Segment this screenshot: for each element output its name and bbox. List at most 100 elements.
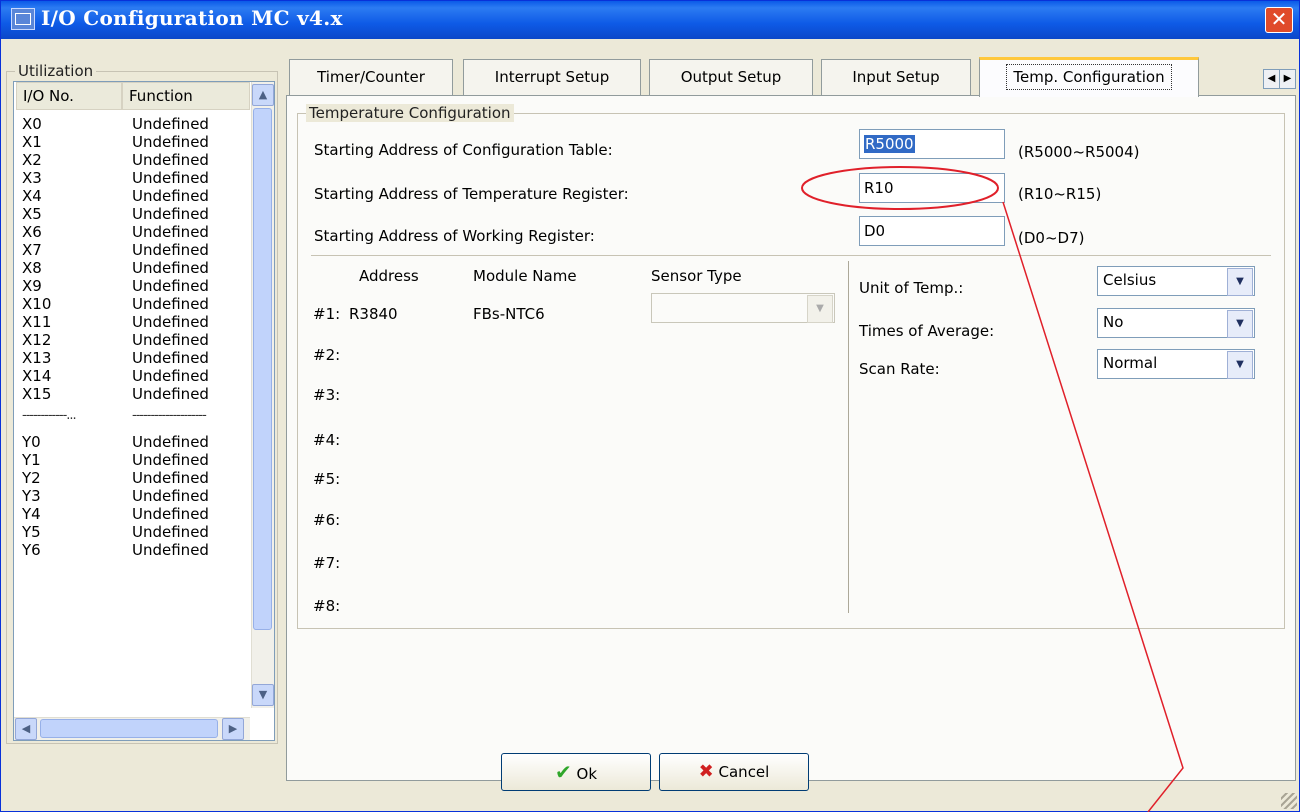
io-function: Undefined xyxy=(132,133,209,151)
list-item[interactable]: X1 Undefined xyxy=(14,134,250,152)
list-item[interactable]: X15 Undefined xyxy=(14,386,250,404)
scroll-down-icon[interactable]: ▼ xyxy=(252,684,274,706)
vertical-scroll-thumb[interactable] xyxy=(253,108,272,630)
list-item[interactable]: X10 Undefined xyxy=(14,296,250,314)
io-number: Y5 xyxy=(22,523,41,541)
utilization-group-label: Utilization xyxy=(15,62,97,80)
io-function: Undefined xyxy=(132,151,209,169)
scan-rate-select[interactable]: Normal ▼ xyxy=(1097,349,1255,379)
tab-label: Interrupt Setup xyxy=(494,68,610,86)
tab-temp-configuration[interactable]: Temp. Configuration xyxy=(979,57,1199,97)
io-number: X13 xyxy=(22,349,52,367)
io-function: Undefined xyxy=(132,115,209,133)
chevron-down-icon[interactable]: ▼ xyxy=(807,295,833,323)
tab-scroll-arrows: ◀ ▶ xyxy=(1263,69,1296,89)
chevron-down-icon[interactable]: ▼ xyxy=(1227,268,1253,296)
io-config-dialog: I/O Configuration MC v4.x ✕ Utilization … xyxy=(0,0,1300,812)
list-item[interactable]: X9 Undefined xyxy=(14,278,250,296)
list-item[interactable]: Y3 Undefined xyxy=(14,488,250,506)
list-item[interactable]: X6 Undefined xyxy=(14,224,250,242)
io-number: Y0 xyxy=(22,433,41,451)
list-item[interactable]: X3 Undefined xyxy=(14,170,250,188)
list-rows: X0 Undefined X1 Undefined X2 Undefined X3 Undef… xyxy=(14,116,250,560)
list-item[interactable]: X7 Undefined xyxy=(14,242,250,260)
list-item[interactable]: Y4 Undefined xyxy=(14,506,250,524)
io-function: Undefined xyxy=(132,523,209,541)
tab-label: Timer/Counter xyxy=(317,68,425,86)
close-button[interactable]: ✕ xyxy=(1265,7,1293,33)
tab-input-setup[interactable]: Input Setup xyxy=(821,59,971,95)
io-number: X2 xyxy=(22,151,42,169)
tab-output-setup[interactable]: Output Setup xyxy=(649,59,813,95)
io-number: X3 xyxy=(22,169,42,187)
tab-interrupt-setup[interactable]: Interrupt Setup xyxy=(463,59,641,95)
list-item[interactable]: X5 Undefined xyxy=(14,206,250,224)
sensor-type-header: Sensor Type xyxy=(651,267,742,285)
list-item[interactable]: Y2 Undefined xyxy=(14,470,250,488)
tab-timer-counter[interactable]: Timer/Counter xyxy=(289,59,453,95)
working-register-range: (D0~D7) xyxy=(1018,229,1085,247)
scroll-up-icon[interactable]: ▲ xyxy=(252,84,274,106)
horizontal-scrollbar[interactable]: ◀ ▶ xyxy=(14,717,250,740)
ok-button[interactable]: ✔ Ok xyxy=(501,753,651,791)
module-5-number: #5: xyxy=(313,470,341,488)
io-number: Y2 xyxy=(22,469,41,487)
utilization-list[interactable]: I/O No. Function X0 Undefined X1 Undefined X… xyxy=(13,81,275,741)
list-item[interactable]: ------------... -------------------- xyxy=(14,404,250,434)
io-function: Undefined xyxy=(132,331,209,349)
module-1-sensor-type-select[interactable]: ▼ xyxy=(651,293,835,323)
scroll-right-icon[interactable]: ▶ xyxy=(222,718,244,740)
working-register-address-input[interactable]: D0 xyxy=(859,216,1005,246)
times-of-average-select[interactable]: No ▼ xyxy=(1097,308,1255,338)
io-function: Undefined xyxy=(132,451,209,469)
io-function: Undefined xyxy=(132,295,209,313)
unit-of-temp-select[interactable]: Celsius ▼ xyxy=(1097,266,1255,296)
list-item[interactable]: Y6 Undefined xyxy=(14,542,250,560)
io-function: Undefined xyxy=(132,541,209,559)
io-function: -------------------- xyxy=(132,408,207,423)
column-header-function[interactable]: Function xyxy=(122,82,250,110)
resize-grip-icon[interactable] xyxy=(1281,793,1297,809)
list-item[interactable]: X0 Undefined xyxy=(14,116,250,134)
io-number: X7 xyxy=(22,241,42,259)
horizontal-scroll-thumb[interactable] xyxy=(40,719,218,738)
list-item[interactable]: X12 Undefined xyxy=(14,332,250,350)
title-bar[interactable]: I/O Configuration MC v4.x ✕ xyxy=(1,1,1299,39)
temperature-config-group-label: Temperature Configuration xyxy=(306,104,514,122)
io-number: X9 xyxy=(22,277,42,295)
list-item[interactable]: X8 Undefined xyxy=(14,260,250,278)
io-number: Y6 xyxy=(22,541,41,559)
tab-scroll-right-icon[interactable]: ▶ xyxy=(1279,69,1296,89)
address-header: Address xyxy=(359,267,419,285)
temp-register-address-input[interactable]: R10 xyxy=(859,173,1005,203)
io-number: X10 xyxy=(22,295,52,313)
list-item[interactable]: X14 Undefined xyxy=(14,368,250,386)
module-group xyxy=(311,255,1271,256)
column-header-io-no[interactable]: I/O No. xyxy=(16,82,122,110)
io-number: X4 xyxy=(22,187,42,205)
tab-scroll-left-icon[interactable]: ◀ xyxy=(1263,69,1280,89)
io-number: Y4 xyxy=(22,505,41,523)
list-item[interactable]: X11 Undefined xyxy=(14,314,250,332)
io-function: Undefined xyxy=(132,349,209,367)
cancel-x-icon: ✖ xyxy=(698,761,714,782)
list-item[interactable]: Y5 Undefined xyxy=(14,524,250,542)
config-table-address-input[interactable]: R5000 xyxy=(859,129,1005,159)
list-item[interactable]: Y0 Undefined xyxy=(14,434,250,452)
scroll-left-icon[interactable]: ◀ xyxy=(15,718,37,740)
list-item[interactable]: X4 Undefined xyxy=(14,188,250,206)
temp-register-label: Starting Address of Temperature Register… xyxy=(314,185,629,203)
list-item[interactable]: X13 Undefined xyxy=(14,350,250,368)
io-function: Undefined xyxy=(132,505,209,523)
list-item[interactable]: X2 Undefined xyxy=(14,152,250,170)
vertical-scrollbar[interactable]: ▲ ▼ xyxy=(251,82,274,708)
scan-rate-label: Scan Rate: xyxy=(859,360,940,378)
cancel-button[interactable]: ✖ Cancel xyxy=(659,753,809,791)
chevron-down-icon[interactable]: ▼ xyxy=(1227,351,1253,379)
io-number: X6 xyxy=(22,223,42,241)
chevron-down-icon[interactable]: ▼ xyxy=(1227,310,1253,338)
list-item[interactable]: Y1 Undefined xyxy=(14,452,250,470)
unit-of-temp-label: Unit of Temp.: xyxy=(859,279,964,297)
io-function: Undefined xyxy=(132,277,209,295)
times-of-average-label: Times of Average: xyxy=(859,322,995,340)
